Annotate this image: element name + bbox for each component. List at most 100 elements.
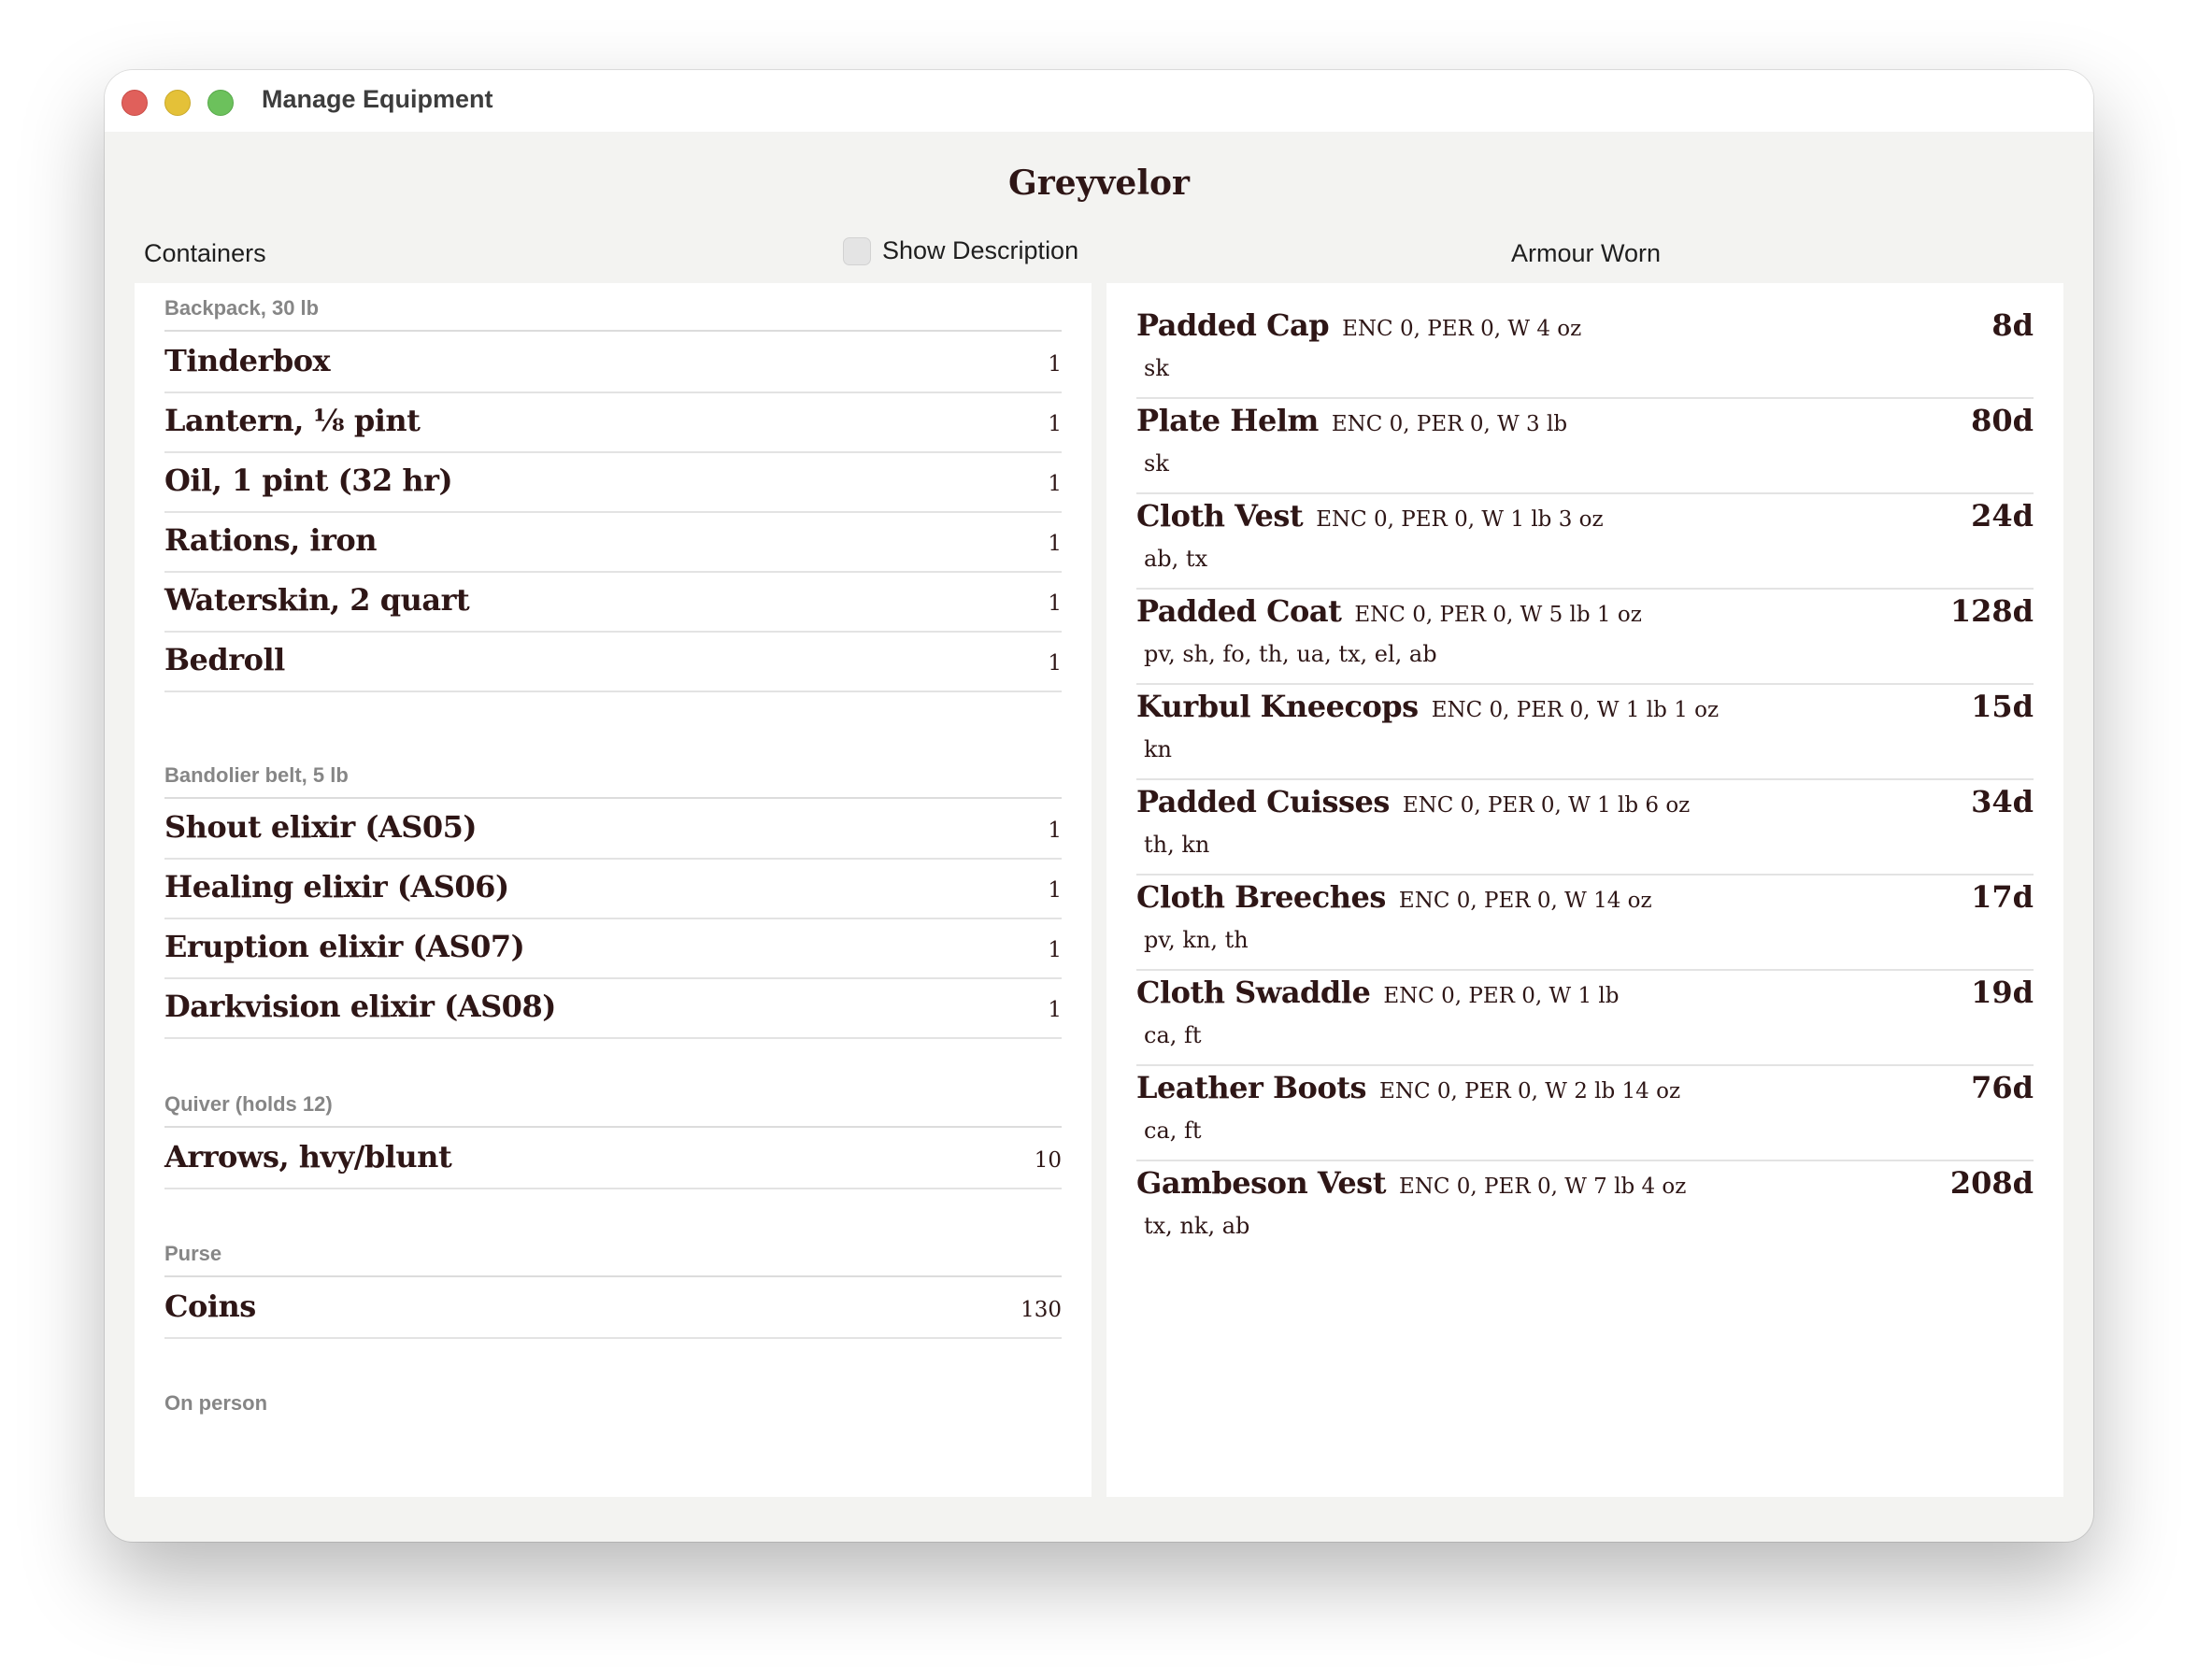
- armour-cost: 19d: [1971, 975, 2034, 1010]
- list-item[interactable]: Oil, 1 pint (32 hr) 1: [164, 453, 1062, 513]
- item-quantity: 1: [1048, 651, 1062, 676]
- armour-row[interactable]: Leather Boots ENC 0, PER 0, W 2 lb 14 oz …: [1136, 1066, 2034, 1161]
- minimize-window-button[interactable]: [164, 90, 191, 116]
- armour-name: Padded Coat: [1136, 593, 1342, 629]
- show-description-checkbox[interactable]: [843, 236, 871, 265]
- list-item[interactable]: Darkvision elixir (AS08) 1: [164, 979, 1062, 1039]
- item-quantity: 10: [1034, 1148, 1062, 1173]
- item-name: Eruption elixir (AS07): [164, 929, 525, 964]
- armour-row[interactable]: Cloth Breeches ENC 0, PER 0, W 14 oz pv, …: [1136, 876, 2034, 971]
- armour-row[interactable]: Kurbul Kneecops ENC 0, PER 0, W 1 lb 1 oz…: [1136, 685, 2034, 780]
- armour-locations: pv, sh, fo, th, ua, tx, el, ab: [1144, 641, 1437, 667]
- armour-name: Kurbul Kneecops: [1136, 689, 1419, 724]
- item-name: Lantern, ⅛ pint: [164, 403, 421, 438]
- armour-stats: ENC 0, PER 0, W 3 lb: [1331, 412, 1568, 436]
- item-quantity: 1: [1048, 998, 1062, 1022]
- armour-row[interactable]: Padded Cuisses ENC 0, PER 0, W 1 lb 6 oz …: [1136, 780, 2034, 876]
- item-quantity: 1: [1048, 352, 1062, 377]
- list-item[interactable]: Healing elixir (AS06) 1: [164, 860, 1062, 919]
- armour-cost: 76d: [1971, 1070, 2034, 1105]
- armour-stats: ENC 0, PER 0, W 1 lb 6 oz: [1402, 793, 1691, 818]
- armour-stats: ENC 0, PER 0, W 14 oz: [1398, 889, 1652, 913]
- armour-row[interactable]: Padded Cap ENC 0, PER 0, W 4 oz sk 8d: [1136, 304, 2034, 399]
- armour-name: Cloth Breeches: [1136, 879, 1386, 915]
- armour-cost: 80d: [1971, 403, 2034, 438]
- armour-name: Leather Boots: [1136, 1070, 1367, 1105]
- list-item[interactable]: Bedroll 1: [164, 633, 1062, 692]
- armour-stats: ENC 0, PER 0, W 1 lb 3 oz: [1316, 507, 1604, 532]
- container-header[interactable]: Bandolier belt, 5 lb: [164, 763, 1062, 799]
- armour-stats: ENC 0, PER 0, W 1 lb 1 oz: [1431, 698, 1720, 722]
- list-item[interactable]: Tinderbox 1: [164, 334, 1062, 393]
- list-item[interactable]: Waterskin, 2 quart 1: [164, 573, 1062, 633]
- armour-worn-list: Padded Cap ENC 0, PER 0, W 4 oz sk 8d Pla…: [1106, 283, 2063, 1497]
- container-header[interactable]: On person: [164, 1391, 1062, 1425]
- item-quantity: 1: [1048, 819, 1062, 843]
- container-header[interactable]: Purse: [164, 1242, 1062, 1277]
- armour-locations: ca, ft: [1144, 1118, 1202, 1144]
- list-item[interactable]: Arrows, hvy/blunt 10: [164, 1130, 1062, 1189]
- list-item[interactable]: Shout elixir (AS05) 1: [164, 800, 1062, 860]
- list-item[interactable]: Rations, iron 1: [164, 513, 1062, 573]
- container-header[interactable]: Backpack, 30 lb: [164, 296, 1062, 332]
- armour-name: Cloth Vest: [1136, 498, 1304, 534]
- show-description-label: Show Description: [882, 236, 1079, 264]
- armour-locations: ab, tx: [1144, 546, 1208, 572]
- item-name: Oil, 1 pint (32 hr): [164, 463, 453, 498]
- armour-cost: 34d: [1971, 784, 2034, 819]
- armour-row[interactable]: Gambeson Vest ENC 0, PER 0, W 7 lb 4 oz t…: [1136, 1161, 2034, 1257]
- container-header[interactable]: Quiver (holds 12): [164, 1092, 1062, 1128]
- armour-locations: tx, nk, ab: [1144, 1213, 1250, 1239]
- window-title: Manage Equipment: [262, 85, 493, 113]
- armour-locations: sk: [1144, 450, 1169, 477]
- manage-equipment-window: Manage Equipment Greyvelor Containers Sh…: [105, 70, 2093, 1542]
- armour-name: Padded Cuisses: [1136, 784, 1390, 819]
- item-quantity: 130: [1020, 1298, 1062, 1322]
- armour-stats: ENC 0, PER 0, W 1 lb: [1383, 984, 1620, 1008]
- armour-name: Plate Helm: [1136, 403, 1319, 438]
- title-bar: Manage Equipment: [105, 70, 2093, 132]
- item-quantity: 1: [1048, 591, 1062, 616]
- armour-row[interactable]: Cloth Swaddle ENC 0, PER 0, W 1 lb ca, ft…: [1136, 971, 2034, 1066]
- item-name: Healing elixir (AS06): [164, 869, 509, 904]
- armour-row[interactable]: Cloth Vest ENC 0, PER 0, W 1 lb 3 oz ab, …: [1136, 494, 2034, 590]
- armour-locations: kn: [1144, 736, 1172, 762]
- armour-cost: 208d: [1949, 1165, 2034, 1201]
- armour-stats: ENC 0, PER 0, W 4 oz: [1342, 317, 1582, 341]
- item-name: Tinderbox: [164, 343, 331, 378]
- item-name: Shout elixir (AS05): [164, 809, 478, 845]
- item-name: Coins: [164, 1288, 256, 1324]
- zoom-window-button[interactable]: [207, 90, 234, 116]
- armour-locations: ca, ft: [1144, 1022, 1202, 1048]
- armour-cost: 17d: [1971, 879, 2034, 915]
- item-quantity: 1: [1048, 472, 1062, 496]
- containers-heading: Containers: [144, 239, 266, 267]
- item-name: Waterskin, 2 quart: [164, 582, 470, 618]
- item-name: Arrows, hvy/blunt: [164, 1139, 452, 1175]
- armour-row[interactable]: Padded Coat ENC 0, PER 0, W 5 lb 1 oz pv,…: [1136, 590, 2034, 685]
- armour-name: Gambeson Vest: [1136, 1165, 1386, 1201]
- item-quantity: 1: [1048, 938, 1062, 962]
- character-name: Greyvelor: [1007, 164, 1190, 203]
- item-name: Darkvision elixir (AS08): [164, 989, 556, 1024]
- armour-stats: ENC 0, PER 0, W 2 lb 14 oz: [1379, 1079, 1681, 1103]
- show-description-toggle[interactable]: Show Description: [843, 236, 1078, 265]
- armour-cost: 128d: [1949, 593, 2034, 629]
- item-name: Rations, iron: [164, 522, 378, 558]
- armour-stats: ENC 0, PER 0, W 7 lb 4 oz: [1398, 1175, 1687, 1199]
- armour-cost: 8d: [1991, 307, 2034, 343]
- armour-locations: sk: [1144, 355, 1169, 381]
- list-item[interactable]: Lantern, ⅛ pint 1: [164, 393, 1062, 453]
- armour-cost: 15d: [1971, 689, 2034, 724]
- armour-locations: th, kn: [1144, 832, 1210, 858]
- list-item[interactable]: Coins 130: [164, 1279, 1062, 1339]
- list-item[interactable]: Eruption elixir (AS07) 1: [164, 919, 1062, 979]
- armour-worn-heading: Armour Worn: [1511, 239, 1662, 267]
- armour-row[interactable]: Plate Helm ENC 0, PER 0, W 3 lb sk 80d: [1136, 399, 2034, 494]
- containers-list: Backpack, 30 lb Tinderbox 1 Lantern, ⅛ p…: [135, 283, 1092, 1497]
- armour-locations: pv, kn, th: [1144, 927, 1249, 953]
- armour-cost: 24d: [1971, 498, 2034, 534]
- item-quantity: 1: [1048, 532, 1062, 556]
- item-name: Bedroll: [164, 642, 285, 677]
- close-window-button[interactable]: [121, 90, 148, 116]
